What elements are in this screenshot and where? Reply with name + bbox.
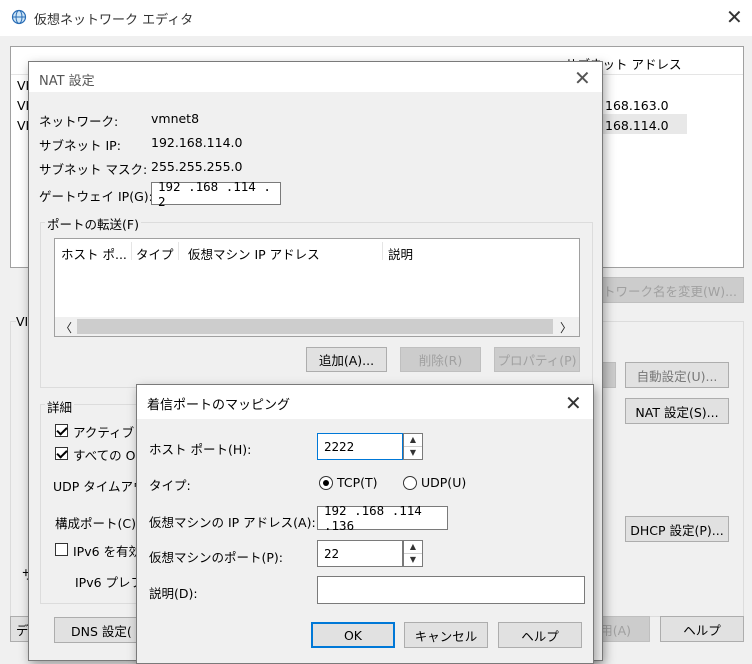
scroll-right-icon[interactable]: 〉	[560, 319, 572, 336]
vm-port-field[interactable]: 22	[317, 540, 403, 567]
mapping-help-button[interactable]: ヘルプ	[498, 622, 582, 648]
subnet-row-3: 168.114.0	[605, 118, 669, 133]
vm-port-label: 仮想マシンのポート(P):	[149, 550, 284, 565]
gateway-ip-field[interactable]: 192 .168 .114 . 2	[151, 179, 281, 209]
left-fragment-vi: VI	[16, 314, 29, 329]
subnet-mask-label: サブネット マスク:	[39, 162, 148, 177]
spin-down-icon[interactable]: ▼	[404, 554, 422, 567]
pf-col-vm-ip[interactable]: 仮想マシン IP アドレス	[188, 244, 320, 263]
host-port-label: ホスト ポート(H):	[149, 442, 252, 457]
main-close-icon[interactable]: ✕	[726, 7, 743, 27]
pf-col-type[interactable]: タイプ	[136, 244, 174, 263]
port-mapping-dialog: 着信ポートのマッピング ✕ ホスト ポート(H): 2222 ▲ ▼ タイプ: …	[136, 384, 594, 664]
port-forward-legend: ポートの転送(F)	[45, 214, 141, 233]
vm-ip-label: 仮想マシンの IP アドレス(A):	[149, 515, 316, 530]
cancel-button[interactable]: キャンセル	[404, 622, 488, 648]
subnet-ip-label: サブネット IP:	[39, 138, 121, 153]
active-ftp-checkbox[interactable]	[55, 424, 68, 437]
subnet-row-2: 168.163.0	[605, 98, 669, 113]
gateway-ip-label: ゲートウェイ IP(G):	[39, 189, 153, 204]
pf-col-sep	[178, 242, 179, 260]
host-port-field[interactable]: 2222	[317, 433, 403, 460]
scroll-left-icon[interactable]: 〈	[60, 319, 72, 336]
nat-settings-button[interactable]: NAT 設定(S)...	[625, 398, 729, 424]
remove-forward-button[interactable]: 削除(R)	[400, 347, 481, 372]
tcp-radio[interactable]	[319, 476, 333, 490]
description-label: 説明(D):	[149, 586, 198, 601]
allow-all-label: すべての O	[73, 448, 136, 463]
network-label: ネットワーク:	[39, 114, 119, 129]
pf-col-host-port[interactable]: ホスト ポ...	[61, 244, 127, 263]
nat-close-icon[interactable]: ✕	[574, 68, 591, 88]
udp-label: UDP(U)	[421, 475, 467, 490]
auto-settings-button[interactable]: 自動設定(U)...	[625, 362, 729, 388]
host-port-spinner[interactable]: ▲ ▼	[403, 433, 423, 460]
vm-ip-field[interactable]: 192 .168 .114 .136	[317, 503, 448, 533]
nat-titlebar	[29, 62, 602, 92]
properties-forward-button[interactable]: プロパティ(P)	[494, 347, 580, 372]
ok-button[interactable]: OK	[311, 622, 395, 648]
scroll-thumb[interactable]	[77, 319, 553, 334]
pf-col-desc[interactable]: 説明	[388, 244, 413, 263]
type-label: タイプ:	[149, 478, 191, 493]
mapping-close-icon[interactable]: ✕	[565, 393, 582, 413]
subnet-ip-value: 192.168.114.0	[151, 135, 243, 150]
details-legend: 詳細	[45, 397, 75, 416]
nat-dialog-title: NAT 設定	[39, 74, 95, 89]
mapping-dialog-title: 着信ポートのマッピング	[147, 398, 291, 413]
dhcp-settings-button[interactable]: DHCP 設定(P)...	[625, 516, 729, 542]
spin-up-icon[interactable]: ▲	[404, 541, 422, 554]
description-field[interactable]	[317, 576, 585, 604]
ipv6-enable-label: IPv6 を有効	[73, 544, 142, 559]
config-port-label: 構成ポート(C)	[55, 516, 136, 531]
spin-down-icon[interactable]: ▼	[404, 447, 422, 460]
port-forward-table[interactable]: ホスト ポ... タイプ 仮想マシン IP アドレス 説明 〈 〉	[54, 238, 580, 337]
add-forward-button[interactable]: 追加(A)...	[306, 347, 387, 372]
network-value: vmnet8	[151, 111, 200, 126]
subnet-mask-value: 255.255.255.0	[151, 159, 243, 174]
spin-up-icon[interactable]: ▲	[404, 434, 422, 447]
ipv6-checkbox[interactable]	[55, 543, 68, 556]
left-fragment-de: デ	[16, 622, 29, 638]
udp-timeout-label: UDP タイムアウ	[53, 479, 146, 494]
pf-col-sep	[131, 242, 132, 260]
pf-col-sep	[382, 242, 383, 260]
pf-hscrollbar[interactable]: 〈 〉	[55, 317, 579, 336]
main-help-button[interactable]: ヘルプ	[660, 616, 744, 642]
tcp-label: TCP(T)	[337, 475, 378, 490]
active-ftp-label: アクティブ F	[73, 425, 146, 440]
ipv6-prefix-label: IPv6 プレフ	[75, 575, 144, 590]
dns-settings-button[interactable]: DNS 設定(	[54, 617, 144, 643]
vm-port-spinner[interactable]: ▲ ▼	[403, 540, 423, 567]
allow-all-checkbox[interactable]	[55, 447, 68, 460]
network-globe-icon	[11, 9, 27, 25]
main-window-title: 仮想ネットワーク エディタ	[34, 13, 194, 28]
udp-radio[interactable]	[403, 476, 417, 490]
